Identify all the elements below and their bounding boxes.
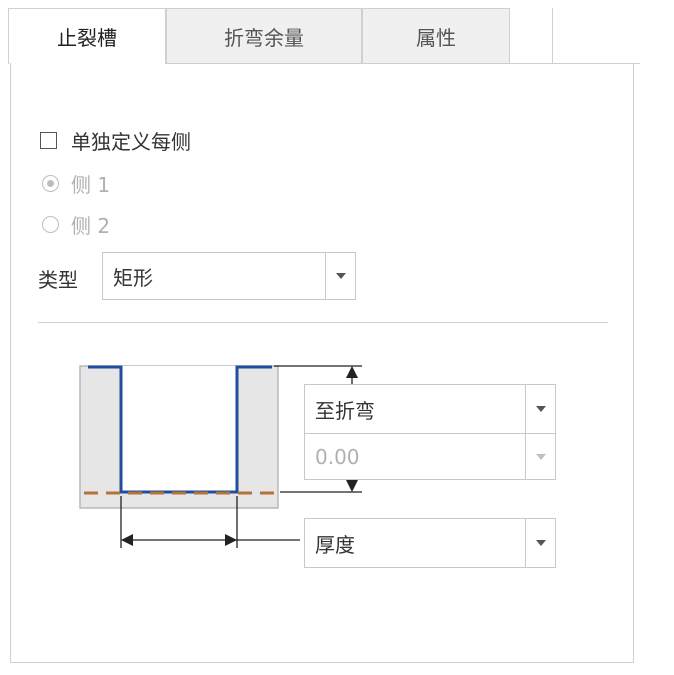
- chevron-down-icon: [535, 453, 546, 460]
- depth-reference-arrow[interactable]: [525, 385, 555, 433]
- depth-reference-select[interactable]: 至折弯: [304, 384, 556, 434]
- depth-reference-value: 至折弯: [315, 398, 375, 423]
- depth-value-field[interactable]: 0.00: [304, 434, 556, 480]
- depth-arrow-down-icon: [346, 480, 358, 492]
- relief-diagram: [79, 365, 362, 548]
- width-reference-arrow[interactable]: [525, 519, 555, 567]
- chevron-down-icon: [535, 406, 546, 412]
- depth-arrow-up-icon: [346, 366, 358, 378]
- width-arrow-left-icon: [121, 534, 133, 546]
- chevron-down-icon: [535, 540, 546, 546]
- depth-value-arrow[interactable]: [525, 434, 555, 479]
- depth-value: 0.00: [315, 444, 360, 469]
- width-reference-value: 厚度: [315, 532, 355, 557]
- width-arrow-right-icon: [225, 534, 237, 546]
- width-reference-select[interactable]: 厚度: [304, 518, 556, 568]
- relief-cut: [121, 366, 237, 492]
